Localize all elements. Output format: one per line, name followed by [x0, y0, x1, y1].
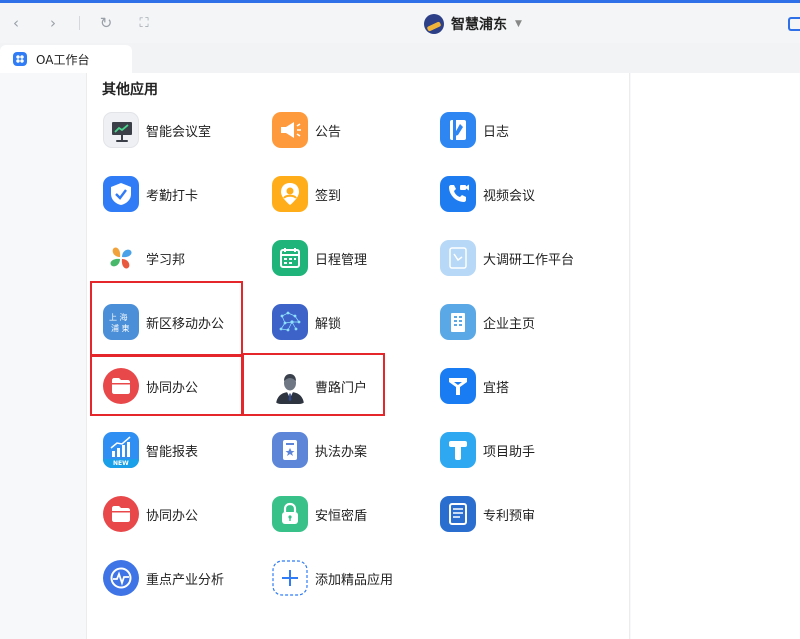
- petals-icon: [103, 240, 139, 276]
- app-label: 智能会议室: [146, 124, 212, 140]
- app-item[interactable]: 专利预审: [440, 494, 535, 534]
- yida-icon: [440, 368, 476, 404]
- calendar-icon: [272, 240, 308, 276]
- right-blank-area: [631, 73, 800, 639]
- app-label: 协同办公: [146, 380, 199, 396]
- app-label: 安恒密盾: [315, 508, 368, 524]
- refresh-icon[interactable]: ↻: [96, 13, 116, 33]
- app-item[interactable]: 协同办公: [103, 494, 198, 534]
- app-item[interactable]: 重点产业分析: [103, 558, 224, 598]
- forward-arrow-icon[interactable]: ›: [43, 13, 63, 33]
- shield-check-icon: [103, 176, 139, 212]
- video-call-icon: [440, 176, 476, 212]
- app-label: 公告: [315, 124, 342, 140]
- patent-document-icon: [440, 496, 476, 532]
- app-item[interactable]: 企业主页: [440, 302, 535, 342]
- pulse-chart-icon: [103, 560, 139, 596]
- meeting-room-icon: [103, 112, 139, 148]
- app-item[interactable]: 智能会议室: [103, 110, 211, 150]
- new-badge: NEW: [113, 460, 129, 467]
- app-item[interactable]: 签到: [272, 174, 341, 214]
- workbench-icon: [13, 52, 27, 66]
- research-platform-icon: [440, 240, 476, 276]
- app-label: 日程管理: [315, 252, 368, 268]
- app-item[interactable]: 日志: [440, 110, 509, 150]
- journal-icon: [440, 112, 476, 148]
- tab-label: OA工作台: [36, 52, 90, 67]
- app-item[interactable]: 考勤打卡: [103, 174, 198, 214]
- app-item[interactable]: 大调研工作平台: [440, 238, 574, 278]
- folder-icon: [103, 496, 139, 532]
- location-pin-icon: [272, 176, 308, 212]
- tab-bar: OA工作台: [0, 43, 800, 73]
- app-label: 视频会议: [483, 188, 536, 204]
- law-document-icon: [272, 432, 308, 468]
- svg-text:上 海: 上 海: [109, 312, 128, 322]
- app-item[interactable]: 安恒密盾: [272, 494, 367, 534]
- window-title-dropdown[interactable]: 智慧浦东 ▼: [424, 13, 522, 35]
- app-label: 日志: [483, 124, 510, 140]
- bar-chart-icon: NEW: [103, 432, 139, 468]
- app-label: 执法办案: [315, 444, 368, 460]
- app-label: 学习邦: [146, 252, 186, 268]
- app-item[interactable]: 宜搭: [440, 366, 509, 406]
- app-label: 添加精品应用: [315, 572, 394, 588]
- app-label: 曹路门户: [315, 380, 368, 396]
- app-label: 专利预审: [483, 508, 536, 524]
- app-item[interactable]: 曹路门户: [272, 366, 367, 406]
- app-label: 考勤打卡: [146, 188, 199, 204]
- app-label: 企业主页: [483, 316, 536, 332]
- window-title: 智慧浦东: [451, 17, 507, 33]
- app-label: 协同办公: [146, 508, 199, 524]
- edge-button-icon[interactable]: [788, 17, 800, 31]
- app-item[interactable]: 日程管理: [272, 238, 367, 278]
- caret-down-icon: ▼: [515, 19, 522, 29]
- app-label: 重点产业分析: [146, 572, 225, 588]
- fullscreen-icon[interactable]: ⛶: [134, 13, 154, 33]
- tab-oa-workbench[interactable]: OA工作台: [0, 45, 132, 73]
- browser-toolbar: ‹ › ↻ ⛶ 智慧浦东 ▼: [0, 3, 800, 43]
- plus-icon: [272, 560, 308, 596]
- app-label: 智能报表: [146, 444, 199, 460]
- app-item[interactable]: 视频会议: [440, 174, 535, 214]
- app-item[interactable]: 添加精品应用: [272, 558, 393, 598]
- section-title: 其他应用: [102, 82, 158, 98]
- apps-panel: 其他应用 智能会议室 公告 日志考勤打卡 签到 视频会议学习邦 日程管理 大调研工作平台上 …: [86, 73, 630, 639]
- app-item[interactable]: 学习邦: [103, 238, 185, 278]
- app-label: 大调研工作平台: [483, 252, 575, 268]
- toolbar-divider: [79, 16, 80, 30]
- app-item[interactable]: NEW 智能报表: [103, 430, 198, 470]
- megaphone-icon: [272, 112, 308, 148]
- app-item[interactable]: 协同办公: [103, 366, 198, 406]
- app-item[interactable]: 项目助手: [440, 430, 535, 470]
- app-label: 解锁: [315, 316, 342, 332]
- building-icon: [440, 304, 476, 340]
- project-t-icon: [440, 432, 476, 468]
- app-item[interactable]: 执法办案: [272, 430, 367, 470]
- content-area: 其他应用 智能会议室 公告 日志考勤打卡 签到 视频会议学习邦 日程管理 大调研工作平台上 …: [0, 73, 800, 639]
- portrait-icon: [272, 368, 308, 404]
- app-logo-icon: [424, 14, 444, 34]
- app-label: 新区移动办公: [146, 316, 225, 332]
- app-label: 宜搭: [483, 380, 510, 396]
- shanghai-pudong-logo-icon: 上 海浦 東: [103, 304, 139, 340]
- svg-text:浦 東: 浦 東: [111, 323, 130, 333]
- lock-icon: [272, 496, 308, 532]
- app-label: 签到: [315, 188, 342, 204]
- app-item[interactable]: 解锁: [272, 302, 341, 342]
- app-item[interactable]: 公告: [272, 110, 341, 150]
- folder-icon: [103, 368, 139, 404]
- app-item[interactable]: 上 海浦 東新区移动办公: [103, 302, 224, 342]
- app-label: 项目助手: [483, 444, 536, 460]
- network-unlock-icon: [272, 304, 308, 340]
- back-arrow-icon[interactable]: ‹: [6, 13, 26, 33]
